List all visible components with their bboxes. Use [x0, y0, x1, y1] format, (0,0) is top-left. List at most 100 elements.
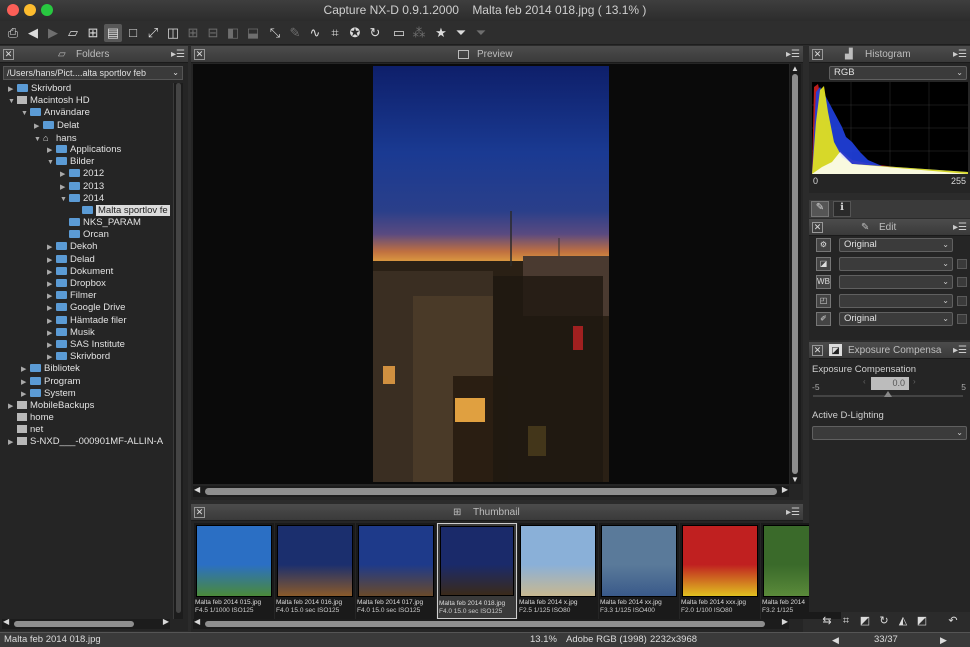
- arrow-right-icon[interactable]: ▶: [44, 24, 62, 42]
- arrow-left-icon[interactable]: ◀: [24, 24, 42, 42]
- edit-enable-checkbox[interactable]: [957, 295, 967, 306]
- scroll-right-icon[interactable]: ▶: [782, 617, 788, 626]
- gear-icon[interactable]: ⚙: [816, 238, 831, 252]
- crop-icon[interactable]: ⌗: [326, 24, 344, 42]
- folder-tree-item[interactable]: home: [0, 412, 172, 424]
- filter-clear-icon[interactable]: ⏷: [472, 24, 490, 42]
- folder-tree-item[interactable]: Malta sportlov fe: [0, 204, 172, 217]
- disclosure-open-icon[interactable]: ▼: [21, 108, 30, 120]
- folder-tree-item[interactable]: ▶ MobileBackups: [0, 400, 172, 412]
- folder-tree-hscroll[interactable]: ◀ ▶: [2, 617, 170, 629]
- print-icon[interactable]: ⎙: [4, 24, 22, 42]
- close-panel-icon[interactable]: ✕: [3, 49, 14, 60]
- preview-hscroll[interactable]: ◀ ▶: [193, 485, 789, 497]
- compare-split-icon[interactable]: ⊟: [204, 24, 222, 42]
- color-control-icon[interactable]: ⁂: [410, 24, 428, 42]
- disclosure-open-icon[interactable]: ▼: [8, 96, 17, 108]
- preview-canvas[interactable]: [193, 64, 789, 484]
- thumbnail-item[interactable]: Malta feb 2014 015.jpg F4.5 1/1000 ISO125: [194, 523, 274, 619]
- panel-menu-icon[interactable]: ▸☰: [786, 504, 800, 521]
- edit-option-select[interactable]: ⌄: [839, 293, 953, 308]
- monitor-icon[interactable]: ▭: [390, 24, 408, 42]
- panel-menu-icon[interactable]: ▸☰: [953, 342, 967, 359]
- exposure-slider-track[interactable]: [813, 391, 963, 397]
- folder-tree-vscroll[interactable]: [173, 83, 183, 619]
- rotate-icon[interactable]: ↻: [877, 614, 891, 628]
- thumbnail-item[interactable]: Malta feb 2014 xx.jpg F3.3 1/125 ISO400: [599, 523, 679, 619]
- thumbnail-item[interactable]: Malta feb 2014 xxx.jpg F2.0 1/100 ISO80: [680, 523, 760, 619]
- folder-tree-item[interactable]: NKS_PARAM: [0, 217, 172, 229]
- folder-tree-item[interactable]: ▼ 2014: [0, 193, 172, 205]
- picture-control-icon[interactable]: ◪: [816, 256, 831, 271]
- panel-menu-icon[interactable]: ▸☰: [171, 46, 185, 63]
- adjust-icon[interactable]: ◩: [858, 614, 872, 628]
- rotate-icon[interactable]: ↻: [366, 24, 384, 42]
- brush-icon[interactable]: ✐: [816, 312, 831, 326]
- edit-option-select[interactable]: Original ⌄: [839, 312, 953, 326]
- scroll-left-icon[interactable]: ◀: [194, 617, 200, 626]
- disclosure-closed-icon[interactable]: ▶: [47, 352, 56, 364]
- thumbnail-item[interactable]: Malta feb 2014 017.jpg F4.0 15.0 sec ISO1…: [356, 523, 436, 619]
- folder-tree-item[interactable]: ▼ Bilder: [0, 156, 172, 168]
- close-panel-icon[interactable]: ✕: [194, 49, 205, 60]
- disclosure-closed-icon[interactable]: ▶: [47, 267, 56, 279]
- folder-tree-item[interactable]: ▶ System: [0, 388, 172, 400]
- folder-tree-item[interactable]: ▶ SAS Institute: [0, 339, 172, 351]
- folder-tree-item[interactable]: ▶ Skrivbord: [0, 351, 172, 363]
- star-icon[interactable]: ★: [432, 24, 450, 42]
- disclosure-closed-icon[interactable]: ▶: [47, 316, 56, 328]
- crop-tool-icon[interactable]: ⌗: [839, 614, 853, 628]
- thumbnail-item[interactable]: Malta feb 2014 018.jpg F4.0 15.0 sec ISO1…: [437, 523, 517, 619]
- edit-enable-checkbox[interactable]: [957, 314, 967, 324]
- folder-tree-item[interactable]: ▶ Dekoh: [0, 241, 172, 253]
- close-panel-icon[interactable]: ✕: [812, 222, 823, 233]
- folder-tree-item[interactable]: Orcan: [0, 229, 172, 241]
- folder-tree-item[interactable]: ▶ Bibliotek: [0, 363, 172, 375]
- edit-enable-checkbox[interactable]: [957, 277, 967, 287]
- disclosure-open-icon[interactable]: ▼: [47, 157, 56, 169]
- undo-icon[interactable]: ↶: [946, 614, 960, 628]
- disclosure-closed-icon[interactable]: ▶: [8, 84, 17, 96]
- folder-tree-item[interactable]: ▶ Delad: [0, 254, 172, 266]
- disclosure-closed-icon[interactable]: ▶: [8, 401, 17, 413]
- disclosure-closed-icon[interactable]: ▶: [47, 303, 56, 315]
- minimize-window-icon[interactable]: [24, 4, 36, 16]
- disclosure-closed-icon[interactable]: ▶: [8, 437, 17, 449]
- folder-tree-item[interactable]: ▶ Delat: [0, 120, 172, 132]
- disclosure-closed-icon[interactable]: ▶: [34, 121, 43, 133]
- levels-icon[interactable]: ∿: [306, 24, 324, 42]
- next-image-icon[interactable]: ▶: [940, 633, 947, 647]
- folder-tree-item[interactable]: net: [0, 424, 172, 436]
- folder-tree-item[interactable]: ▼ ⌂ hans: [0, 132, 172, 144]
- tab-info[interactable]: ℹ: [833, 201, 851, 217]
- panel-menu-icon[interactable]: ▸☰: [786, 46, 800, 63]
- disclosure-closed-icon[interactable]: ▶: [47, 255, 56, 267]
- folder-tree-item[interactable]: ▶ Filmer: [0, 290, 172, 302]
- scroll-left-icon[interactable]: ◀: [194, 485, 200, 494]
- close-panel-icon[interactable]: ✕: [812, 49, 823, 60]
- folder-tree-item[interactable]: ▼ Macintosh HD: [0, 95, 172, 107]
- exposure-increment-icon[interactable]: ›: [913, 377, 916, 386]
- folder-tree-item[interactable]: ▶ Google Drive: [0, 302, 172, 314]
- open-folder-icon[interactable]: ▱: [64, 24, 82, 42]
- preview-vscroll[interactable]: ▲ ▼: [790, 64, 801, 484]
- folder-tree-item[interactable]: ▶ S-NXD___-000901MF-ALLIN-A: [0, 436, 172, 448]
- folder-tree-item[interactable]: ▶ Hämtade filer: [0, 315, 172, 327]
- tab-edit[interactable]: ✎: [811, 201, 829, 217]
- batch-icon[interactable]: ⇆: [820, 614, 834, 628]
- disclosure-closed-icon[interactable]: ▶: [47, 340, 56, 352]
- previous-image-icon[interactable]: ◀: [832, 633, 839, 647]
- grid-view-icon[interactable]: ⊞: [84, 24, 102, 42]
- levels-tool-icon[interactable]: ◭: [896, 614, 910, 628]
- compare-tb-icon[interactable]: ⬓: [244, 24, 262, 42]
- folder-tree-item[interactable]: ▶ Dropbox: [0, 278, 172, 290]
- eyedropper-icon[interactable]: ✎: [286, 24, 304, 42]
- folder-path-select[interactable]: /Users/hans/Pict....alta sportlov feb ⌄: [3, 66, 183, 80]
- straighten-icon[interactable]: ⤡: [266, 24, 284, 42]
- single-view-icon[interactable]: □: [124, 24, 142, 42]
- disclosure-closed-icon[interactable]: ▶: [47, 291, 56, 303]
- exposure-value-input[interactable]: 0.0: [871, 377, 909, 390]
- folder-tree-item[interactable]: ▶ 2012: [0, 168, 172, 180]
- preview-filmstrip-icon[interactable]: ▤: [104, 24, 122, 42]
- folder-tree-item[interactable]: ▶ Program: [0, 376, 172, 388]
